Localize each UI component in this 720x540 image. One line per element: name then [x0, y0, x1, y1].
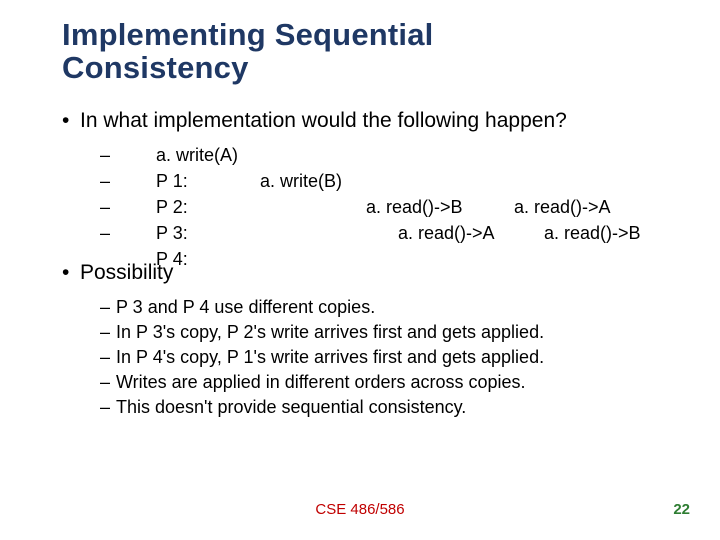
possibility-list: P 3 and P 4 use different copies. In P 3… — [62, 295, 682, 421]
possibility-item: In P 3's copy, P 2's write arrives first… — [100, 320, 682, 345]
slide-number: 22 — [673, 501, 690, 518]
slide-title: Implementing Sequential Consistency — [62, 18, 433, 85]
row-p3: P 3:a. read()->Ba. read()->A — [100, 194, 682, 220]
slide-body: In what implementation would the followi… — [62, 108, 682, 434]
p1-write-a: a. write(A) — [156, 142, 238, 168]
p3-read-a: a. read()->A — [514, 194, 611, 220]
p4-read-b: a. read()->B — [544, 220, 641, 246]
p2-write-b: a. write(B) — [260, 168, 342, 194]
process-timeline: P 1:a. write(A) P 2:a. write(B) P 3:a. r… — [62, 142, 682, 246]
p3-read-b: a. read()->B — [366, 194, 463, 220]
bullet-question: In what implementation would the followi… — [62, 108, 682, 134]
row-p4: P 4:a. read()->Aa. read()->B — [100, 220, 682, 246]
possibility-item: This doesn't provide sequential consiste… — [100, 395, 682, 420]
footer-course: CSE 486/586 — [0, 501, 720, 518]
row-p2: P 2:a. write(B) — [100, 168, 682, 194]
possibility-item: In P 4's copy, P 1's write arrives first… — [100, 345, 682, 370]
p4-read-a: a. read()->A — [398, 220, 495, 246]
title-line-1: Implementing Sequential — [62, 17, 433, 52]
slide: Implementing Sequential Consistency In w… — [0, 0, 720, 540]
bullet-possibility: Possibility — [62, 260, 682, 286]
possibility-item: P 3 and P 4 use different copies. — [100, 295, 682, 320]
title-line-2: Consistency — [62, 50, 249, 85]
possibility-item: Writes are applied in different orders a… — [100, 370, 682, 395]
row-p1: P 1:a. write(A) — [100, 142, 682, 168]
